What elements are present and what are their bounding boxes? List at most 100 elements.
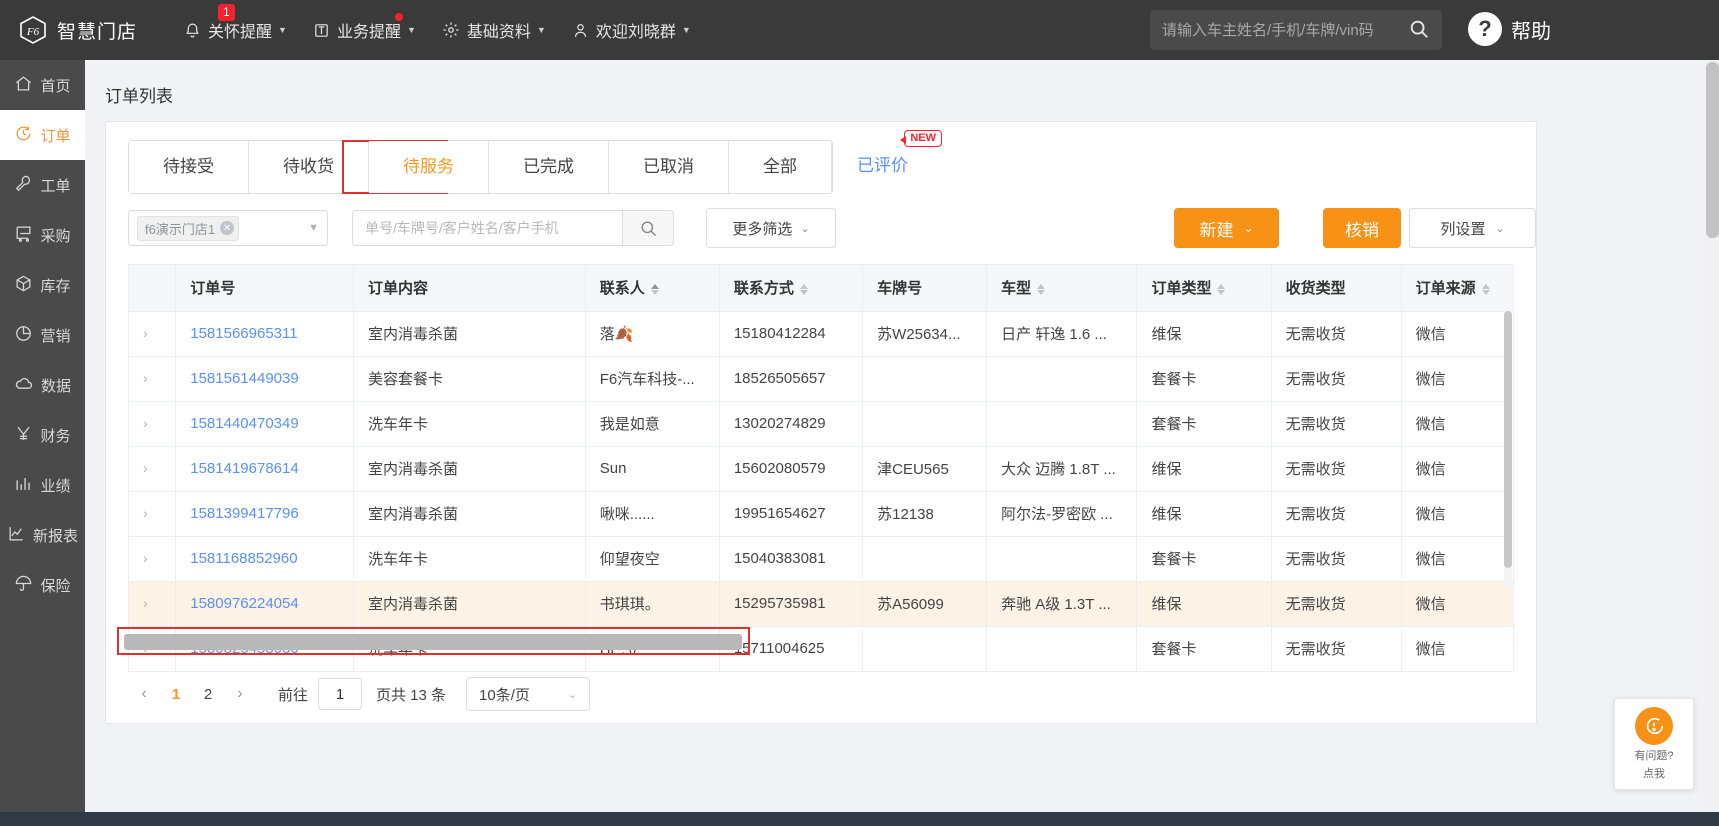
row-expand-toggle[interactable]: › — [129, 311, 177, 357]
tab-evaluated[interactable]: 已评价 NEW — [857, 130, 942, 192]
cell-order-no[interactable]: 1581561449039 — [175, 356, 355, 402]
tab-pending-service[interactable]: 待服务 — [369, 141, 489, 193]
sidebar-item-home[interactable]: 首页 — [0, 60, 85, 110]
sidebar-item-insurance[interactable]: 保险 — [0, 560, 85, 610]
row-expand-toggle[interactable]: › — [129, 581, 177, 627]
table-row[interactable]: › 1581419678614 室内消毒杀菌 Sun 15602080579 津CEU56… — [129, 446, 1513, 492]
table-row[interactable]: › 1581168852960 洗车年卡 仰望夜空 15040383081 套餐卡 无需收货… — [129, 536, 1513, 582]
sort-icon[interactable] — [1217, 283, 1226, 295]
th-order-type[interactable]: 订单类型 — [1136, 265, 1272, 312]
sort-icon[interactable] — [650, 283, 659, 295]
th-source[interactable]: 订单来源 — [1401, 265, 1513, 312]
nav-item-business-reminder[interactable]: 业务提醒 ▼ — [313, 13, 416, 42]
tab-pending-accept[interactable]: 待接受 — [129, 141, 249, 193]
close-icon[interactable]: ✕ — [220, 221, 235, 235]
cell-order-no-text[interactable]: 1581440470349 — [190, 415, 298, 432]
nav-item-user[interactable]: 欢迎刘晓群 ▼ — [572, 18, 691, 42]
pagination-next[interactable]: › — [224, 678, 256, 710]
chat-widget[interactable]: 有问题? 点我 — [1614, 698, 1694, 790]
cell-order-no[interactable]: 1581566965311 — [175, 311, 355, 357]
cell-order-no[interactable]: 1580976224054 — [175, 581, 355, 627]
cell-plate — [862, 626, 988, 672]
pagination-prev[interactable]: ‹ — [128, 678, 160, 710]
sidebar-item-purchase[interactable]: 采购 — [0, 210, 85, 260]
page-title: 订单列表 — [105, 87, 173, 106]
row-expand-toggle[interactable]: › — [129, 356, 177, 402]
more-filter-button[interactable]: 更多筛选 ⌄ — [706, 208, 836, 248]
global-search-input[interactable] — [1162, 21, 1408, 39]
pagination-goto-input[interactable] — [318, 678, 363, 710]
row-expand-toggle[interactable]: › — [129, 491, 177, 537]
page-scrollbar-thumb[interactable] — [1706, 62, 1719, 238]
pagination-page-2[interactable]: 2 — [192, 678, 224, 710]
nav-item-basic-data[interactable]: 基础资料 ▼ — [442, 18, 546, 42]
tab-evaluated-label: 已评价 — [857, 156, 908, 175]
cell-receive-type: 无需收货 — [1271, 446, 1402, 492]
pagination-page-size-select[interactable]: 10条/页 ⌄ — [466, 677, 591, 711]
pagination-page-1[interactable]: 1 — [160, 678, 192, 710]
nav-item-care-reminder[interactable]: 关怀提醒 ▼ 1 — [184, 4, 287, 42]
th-contact[interactable]: 联系人 — [585, 265, 720, 312]
tab-pending-receipt[interactable]: 待收货 — [249, 141, 369, 193]
chevron-right-icon[interactable]: › — [143, 550, 148, 566]
table-row[interactable]: › 1581399417796 室内消毒杀菌 啾咪...... 19951654627 苏… — [129, 491, 1513, 537]
row-expand-toggle[interactable]: › — [129, 401, 177, 447]
keyword-search-field[interactable] — [352, 210, 622, 246]
cell-order-no[interactable]: 1581399417796 — [175, 491, 355, 537]
sidebar-item-performance[interactable]: 业绩 — [0, 460, 85, 510]
table-vertical-scrollbar-thumb[interactable] — [1504, 311, 1512, 568]
sort-icon[interactable] — [1037, 283, 1046, 295]
cell-order-no-text[interactable]: 1581399417796 — [190, 505, 298, 522]
cell-order-no[interactable]: 1581168852960 — [175, 536, 355, 582]
table-row[interactable]: › 1581440470349 洗车年卡 我是如意 13020274829 套餐卡 无需收货… — [129, 401, 1513, 447]
th-phone[interactable]: 联系方式 — [719, 265, 864, 312]
th-model[interactable]: 车型 — [986, 265, 1138, 312]
cell-order-no-text[interactable]: 1581566965311 — [190, 325, 297, 342]
chevron-right-icon[interactable]: › — [143, 415, 148, 431]
tab-all[interactable]: 全部 — [729, 141, 832, 193]
cell-order-no-text[interactable]: 1581168852960 — [190, 550, 297, 567]
row-expand-toggle[interactable]: › — [129, 446, 177, 492]
keyword-search-input[interactable] — [365, 220, 610, 236]
sidebar-item-new-report[interactable]: 新报表 — [0, 510, 85, 560]
cell-order-no-text[interactable]: 1580976224054 — [190, 595, 298, 612]
table-horizontal-scrollbar-highlight[interactable] — [117, 627, 750, 655]
cell-order-no-text[interactable]: 1581419678614 — [190, 460, 298, 477]
column-settings-button[interactable]: 列设置 ⌄ — [1409, 208, 1536, 248]
chevron-right-icon[interactable]: › — [143, 505, 148, 521]
search-icon[interactable] — [1408, 18, 1430, 43]
sidebar-item-marketing[interactable]: 营销 — [0, 310, 85, 360]
cell-order-no[interactable]: 1581419678614 — [175, 446, 355, 492]
verify-button[interactable]: 核销 — [1323, 208, 1401, 248]
tab-cancelled[interactable]: 已取消 — [609, 141, 729, 193]
chevron-right-icon[interactable]: › — [143, 325, 148, 341]
sort-icon[interactable] — [1481, 283, 1490, 295]
chevron-down-icon: ⌄ — [1243, 221, 1254, 235]
sidebar-item-inventory[interactable]: 库存 — [0, 260, 85, 310]
new-order-button[interactable]: 新建 ⌄ — [1174, 208, 1279, 248]
cell-phone: 19951654627 — [719, 491, 864, 537]
table-row[interactable]: › 1580976224054 室内消毒杀菌 书琪琪。 15295735981 苏A560… — [129, 581, 1513, 627]
tab-completed[interactable]: 已完成 — [489, 141, 609, 193]
cell-receive-type: 无需收货 — [1271, 536, 1402, 582]
keyword-search-button[interactable] — [622, 210, 674, 246]
app-logo[interactable]: F6 智慧门店 — [18, 15, 158, 45]
row-expand-toggle[interactable]: › — [129, 536, 177, 582]
table-row[interactable]: › 1581561449039 美容套餐卡 F6汽车科技-... 18526505657… — [129, 356, 1513, 402]
table-row[interactable]: › 1581566965311 室内消毒杀菌 落🍂 15180412284 苏W25634… — [129, 311, 1513, 357]
sidebar-item-finance[interactable]: 财务 — [0, 410, 85, 460]
sidebar-item-workorder[interactable]: 工单 — [0, 160, 85, 210]
cell-order-no-text[interactable]: 1581561449039 — [190, 370, 298, 387]
chevron-right-icon[interactable]: › — [143, 595, 148, 611]
sidebar-item-orders[interactable]: 订单 — [0, 110, 85, 160]
table-horizontal-scrollbar-thumb[interactable] — [124, 634, 742, 650]
sidebar-item-data[interactable]: 数据 — [0, 360, 85, 410]
chevron-right-icon[interactable]: › — [143, 370, 148, 386]
chevron-right-icon[interactable]: › — [143, 460, 148, 476]
help-button[interactable]: ? 帮助 — [1468, 12, 1551, 46]
global-search[interactable] — [1150, 10, 1442, 50]
store-select[interactable]: f6演示门店1 ✕ ▼ — [128, 210, 328, 246]
cell-content-text: 洗车年卡 — [368, 416, 429, 433]
cell-order-no[interactable]: 1581440470349 — [175, 401, 355, 447]
sort-icon[interactable] — [799, 283, 808, 295]
